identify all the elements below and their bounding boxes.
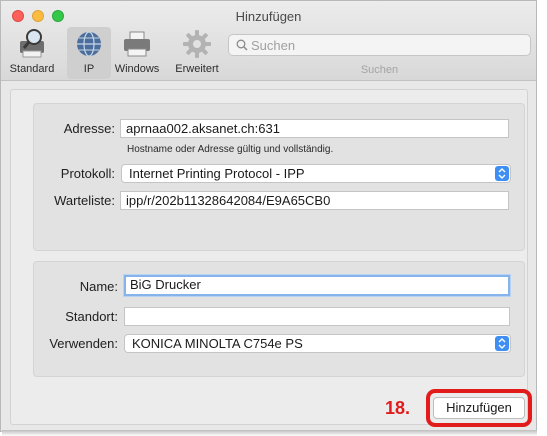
- search-box[interactable]: [228, 34, 531, 56]
- protocol-value: Internet Printing Protocol - IPP: [129, 166, 305, 181]
- toolbar-windows-label: Windows: [114, 63, 160, 75]
- globe-icon: [67, 27, 111, 61]
- protocol-select[interactable]: Internet Printing Protocol - IPP: [121, 164, 511, 183]
- step-number: 18.: [385, 398, 411, 418]
- location-label: Standort:: [65, 309, 118, 324]
- search-input[interactable]: [251, 37, 521, 53]
- driver-select[interactable]: KONICA MINOLTA C754e PS: [124, 334, 511, 353]
- toolbar-advanced-label: Erweitert: [175, 63, 219, 75]
- search-icon: [236, 39, 248, 54]
- toolbar-ip-label: IP: [83, 63, 95, 75]
- window-title: Hinzufügen: [235, 9, 302, 24]
- protocol-label: Protokoll:: [60, 166, 115, 181]
- location-field[interactable]: [124, 307, 510, 326]
- queue-field[interactable]: ipp/r/202b11328642084/E9A65CB0: [120, 191, 509, 210]
- titlebar: Hinzufügen Standard IP Windows Erweitert…: [1, 1, 536, 81]
- address-hint: Hostname oder Adresse gültig und vollstä…: [127, 144, 334, 155]
- name-label: Name:: [79, 279, 118, 294]
- toolbar-advanced[interactable]: Erweitert: [167, 27, 227, 79]
- toolbar-standard-label: Standard: [9, 63, 55, 75]
- driver-value: KONICA MINOLTA C754e PS: [132, 336, 303, 351]
- printer-magnifier-icon: [7, 27, 57, 61]
- select-arrows-icon: [495, 166, 509, 181]
- toolbar-standard[interactable]: Standard: [7, 27, 57, 79]
- window-shadow: [2, 430, 537, 436]
- printer-icon: [111, 27, 163, 61]
- toolbar-windows[interactable]: Windows: [111, 27, 163, 79]
- queue-label: Warteliste:: [54, 193, 115, 208]
- search-label: Suchen: [360, 64, 399, 76]
- add-button[interactable]: Hinzufügen: [433, 397, 525, 419]
- toolbar-ip[interactable]: IP: [67, 27, 111, 79]
- name-field[interactable]: BiG Drucker: [124, 275, 510, 296]
- address-field[interactable]: aprnaa002.aksanet.ch:631: [120, 119, 509, 138]
- select-arrows-icon: [495, 336, 509, 351]
- gear-icon: [167, 27, 227, 61]
- address-label: Adresse:: [63, 121, 115, 136]
- use-label: Verwenden:: [49, 336, 118, 351]
